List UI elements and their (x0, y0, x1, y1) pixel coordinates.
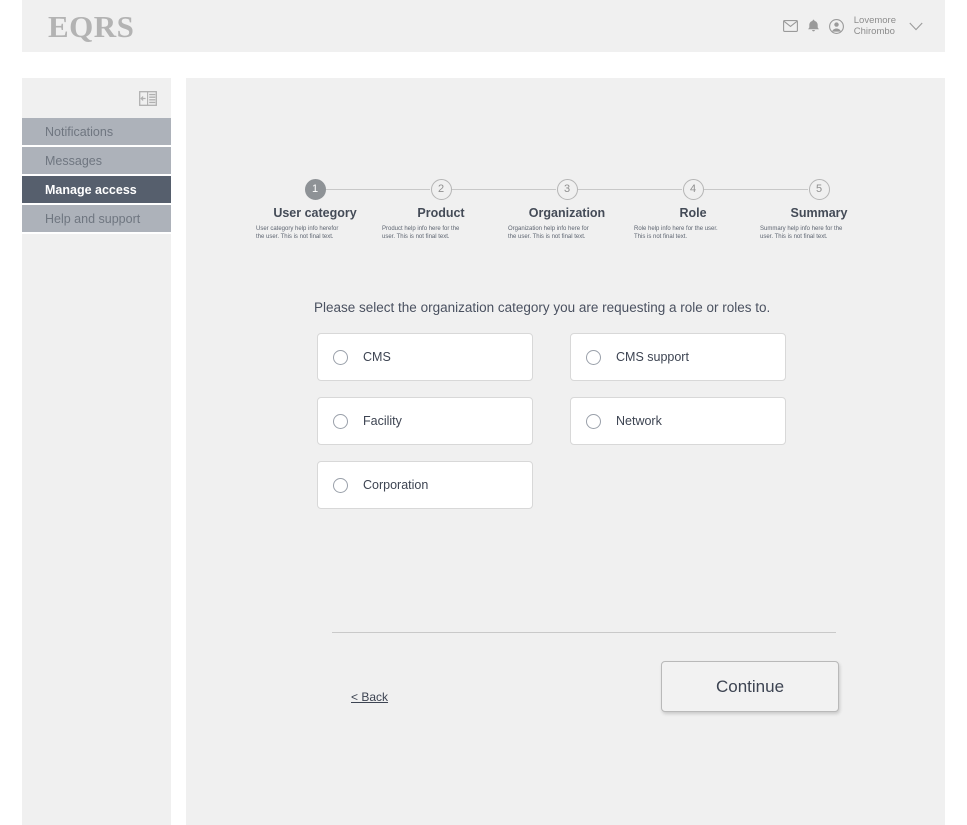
sidebar-item-help-and-support[interactable]: Help and support (22, 205, 171, 234)
step-help-text: Summary help info here for the user. Thi… (760, 226, 843, 241)
sidebar-item-label: Help and support (45, 211, 141, 226)
option-facility[interactable]: Facility (317, 397, 533, 445)
step-number: 2 (430, 178, 452, 200)
option-label: CMS support (616, 350, 689, 364)
sidebar-item-label: Notifications (45, 124, 114, 139)
header-actions: Lovemore Chirombo (782, 15, 923, 38)
step-title: User category (273, 206, 357, 220)
header-spacer (22, 52, 945, 78)
step-marker: 4 (630, 178, 756, 200)
radio-icon[interactable] (586, 349, 601, 365)
step-organization[interactable]: 3 Organization Organization help info he… (504, 178, 630, 241)
sidebar-item-manage-access[interactable]: Manage access (22, 176, 171, 205)
step-title: Organization (528, 206, 606, 220)
step-marker: 3 (504, 178, 630, 200)
step-connector (452, 189, 504, 190)
avatar-icon[interactable] (828, 18, 844, 34)
step-connector (378, 189, 430, 190)
collapse-sidebar-icon[interactable] (139, 90, 157, 106)
step-help-text: Organization help info here for the user… (508, 226, 589, 241)
radio-icon[interactable] (586, 413, 601, 429)
content-panel: 1 User category User category help info … (186, 78, 945, 825)
option-cms-support[interactable]: CMS support (570, 333, 786, 381)
step-help-text: User category help info herefor the user… (256, 226, 339, 241)
step-connector (504, 189, 556, 190)
radio-icon[interactable] (333, 413, 348, 429)
step-summary[interactable]: 5 Summary Summary help info here for the… (756, 178, 882, 241)
footer-divider (332, 632, 836, 633)
envelope-icon[interactable] (782, 20, 798, 32)
app-header: EQRS Lovemore Chirombo (22, 0, 945, 52)
continue-button[interactable]: Continue (661, 661, 839, 712)
sidebar-nav: Notifications Messages Manage access Hel… (22, 118, 171, 234)
option-network[interactable]: Network (570, 397, 786, 445)
organization-category-options: CMS CMS support Facility Network Corpora… (317, 333, 801, 509)
step-connector (704, 189, 756, 190)
step-connector (630, 189, 682, 190)
question-text: Please select the organization category … (314, 300, 771, 315)
step-user-category[interactable]: 1 User category User category help info … (252, 178, 378, 241)
option-corporation[interactable]: Corporation (317, 461, 533, 509)
user-name[interactable]: Lovemore Chirombo (854, 15, 896, 38)
step-role[interactable]: 4 Role Role help info here for the user.… (630, 178, 756, 241)
step-marker: 2 (378, 178, 504, 200)
step-number: 5 (808, 178, 830, 200)
radio-icon[interactable] (333, 349, 348, 365)
radio-icon[interactable] (333, 477, 348, 493)
bell-icon[interactable] (807, 19, 820, 33)
step-number: 3 (556, 178, 578, 200)
step-number: 4 (682, 178, 704, 200)
app-root: EQRS Lovemore Chirombo Notifications Mes… (0, 0, 967, 825)
step-title: Product (417, 206, 465, 220)
user-first-name: Lovemore (853, 14, 896, 26)
step-marker: 1 (252, 178, 378, 200)
progress-stepper: 1 User category User category help info … (252, 178, 882, 241)
option-cms[interactable]: CMS (317, 333, 533, 381)
chevron-down-icon[interactable] (909, 22, 923, 31)
brand-logo: EQRS (48, 8, 135, 44)
sidebar-item-label: Manage access (45, 182, 137, 197)
step-marker: 5 (756, 178, 882, 200)
step-title: Summary (790, 206, 848, 220)
step-help-text: Product help info here for the user. Thi… (382, 226, 460, 241)
step-connector (578, 189, 630, 190)
step-number: 1 (304, 178, 326, 200)
sidebar-item-notifications[interactable]: Notifications (22, 118, 171, 147)
step-title: Role (679, 206, 707, 220)
step-connector (326, 189, 378, 190)
option-label: Corporation (363, 478, 429, 492)
step-product[interactable]: 2 Product Product help info here for the… (378, 178, 504, 241)
option-label: Network (616, 414, 662, 428)
back-link[interactable]: < Back (351, 690, 388, 704)
sidebar: Notifications Messages Manage access Hel… (22, 78, 171, 825)
sidebar-header (22, 78, 171, 118)
sidebar-item-messages[interactable]: Messages (22, 147, 171, 176)
step-help-text: Role help info here for the user. This i… (634, 226, 718, 241)
user-last-name: Chirombo (853, 26, 895, 37)
option-label: Facility (363, 414, 402, 428)
option-label: CMS (363, 350, 391, 364)
sidebar-item-label: Messages (45, 153, 102, 168)
step-connector (756, 189, 808, 190)
